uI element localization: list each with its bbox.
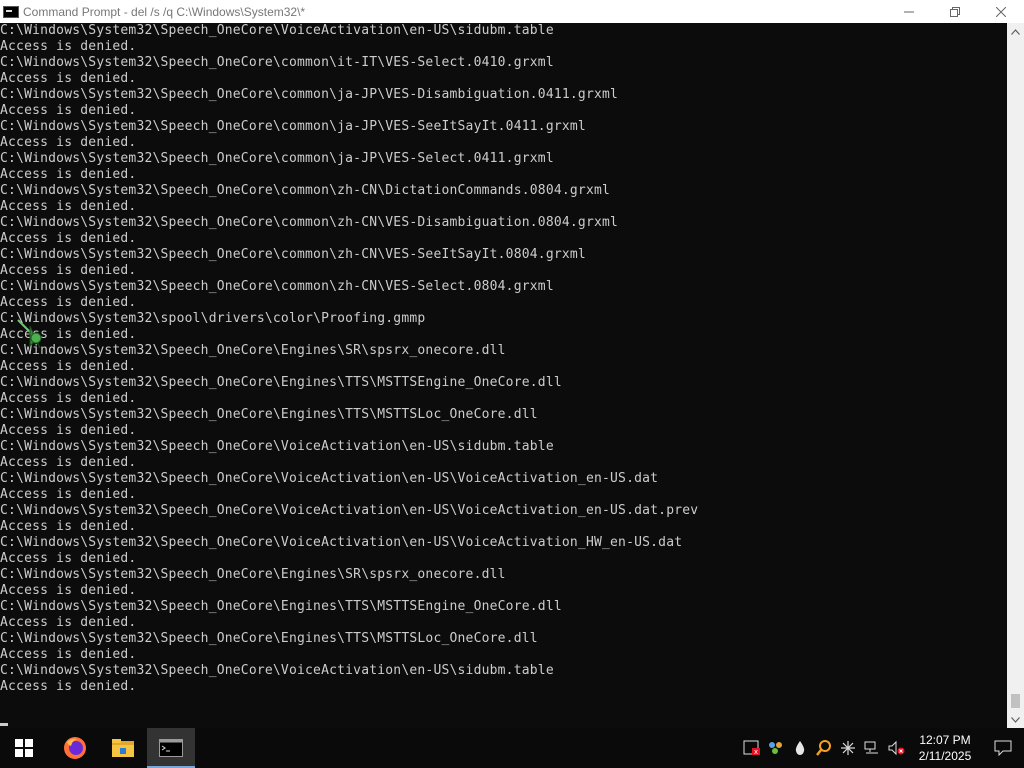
console-line: C:\Windows\System32\Speech_OneCore\Engin… bbox=[0, 631, 538, 646]
console-line: Access is denied. bbox=[0, 391, 137, 406]
command-prompt-app-icon[interactable] bbox=[3, 5, 19, 18]
taskbar: x 12:07 PM 2/11/2025 bbox=[0, 728, 1024, 768]
console-line: Access is denied. bbox=[0, 199, 137, 214]
window-title: Command Prompt - del /s /q C:\Windows\Sy… bbox=[23, 4, 306, 19]
clock-time: 12:07 PM bbox=[919, 733, 971, 747]
console-line: C:\Windows\System32\Speech_OneCore\commo… bbox=[0, 183, 611, 198]
console-line: Access is denied. bbox=[0, 295, 137, 310]
console-line: C:\Windows\System32\Speech_OneCore\commo… bbox=[0, 151, 554, 166]
console-output[interactable]: C:\Windows\System32\Speech_OneCore\Voice… bbox=[0, 23, 1007, 728]
tray-volume[interactable] bbox=[884, 728, 908, 768]
console-line: Access is denied. bbox=[0, 167, 137, 182]
console-line: Access is denied. bbox=[0, 327, 137, 342]
console-line: C:\Windows\System32\Speech_OneCore\Voice… bbox=[0, 663, 554, 678]
close-button[interactable] bbox=[978, 0, 1024, 23]
console-line: C:\Windows\System32\Speech_OneCore\commo… bbox=[0, 279, 554, 294]
console-line: Access is denied. bbox=[0, 103, 137, 118]
console-line: C:\Windows\System32\Speech_OneCore\commo… bbox=[0, 87, 619, 102]
firefox-icon bbox=[64, 737, 86, 759]
close-icon bbox=[996, 6, 1006, 17]
chevron-down-icon bbox=[1011, 716, 1020, 723]
command-prompt-icon bbox=[159, 739, 183, 757]
console-line: Access is denied. bbox=[0, 231, 137, 246]
chevron-up-icon bbox=[1011, 28, 1020, 35]
console-line: C:\Windows\System32\Speech_OneCore\Engin… bbox=[0, 599, 562, 614]
restore-button[interactable] bbox=[932, 0, 978, 23]
console-lines: C:\Windows\System32\Speech_OneCore\Voice… bbox=[0, 23, 1007, 695]
restore-icon bbox=[950, 6, 960, 17]
console-line: C:\Windows\System32\Speech_OneCore\Engin… bbox=[0, 375, 562, 390]
console-line: Access is denied. bbox=[0, 647, 137, 662]
taskbar-clock[interactable]: 12:07 PM 2/11/2025 bbox=[908, 728, 982, 768]
console-line: C:\Windows\System32\spool\drivers\color\… bbox=[0, 311, 426, 326]
console-line: C:\Windows\System32\Speech_OneCore\commo… bbox=[0, 215, 619, 230]
console-line: Access is denied. bbox=[0, 423, 137, 438]
security-alert-icon: x bbox=[743, 740, 760, 756]
scroll-down-button[interactable] bbox=[1007, 711, 1024, 728]
action-center-button[interactable] bbox=[982, 728, 1024, 768]
console-line: C:\Windows\System32\Speech_OneCore\commo… bbox=[0, 55, 554, 70]
svg-text:x: x bbox=[754, 748, 758, 756]
sparkle-icon bbox=[841, 741, 855, 755]
tray-droplet[interactable] bbox=[788, 728, 812, 768]
app-cluster-icon bbox=[769, 742, 782, 754]
minimize-button[interactable] bbox=[886, 0, 932, 23]
console-line: Access is denied. bbox=[0, 359, 137, 374]
console-line: C:\Windows\System32\Speech_OneCore\Voice… bbox=[0, 471, 659, 486]
notification-icon bbox=[994, 740, 1012, 756]
console-line: Access is denied. bbox=[0, 615, 137, 630]
console-line: C:\Windows\System32\Speech_OneCore\commo… bbox=[0, 119, 586, 134]
console-line: Access is denied. bbox=[0, 39, 137, 54]
title-bar[interactable]: Command Prompt - del /s /q C:\Windows\Sy… bbox=[0, 0, 1024, 23]
console-line: C:\Windows\System32\Speech_OneCore\Voice… bbox=[0, 503, 699, 518]
vertical-scrollbar[interactable] bbox=[1007, 23, 1024, 728]
console-line: Access is denied. bbox=[0, 263, 137, 278]
console-line: Access is denied. bbox=[0, 551, 137, 566]
console-line: C:\Windows\System32\Speech_OneCore\Voice… bbox=[0, 535, 683, 550]
taskbar-file-explorer[interactable] bbox=[99, 728, 147, 768]
console-line: C:\Windows\System32\Speech_OneCore\Engin… bbox=[0, 567, 506, 582]
tray-sparkle[interactable] bbox=[836, 728, 860, 768]
file-explorer-icon bbox=[112, 739, 134, 757]
network-icon bbox=[864, 741, 878, 754]
volume-muted-icon bbox=[888, 740, 905, 756]
tray-network[interactable] bbox=[860, 728, 884, 768]
tray-network-app-icon[interactable] bbox=[764, 728, 788, 768]
minimize-icon bbox=[904, 11, 914, 12]
tray-security-icon[interactable]: x bbox=[740, 728, 764, 768]
console-line: Access is denied. bbox=[0, 135, 137, 150]
console-line: C:\Windows\System32\Speech_OneCore\Engin… bbox=[0, 407, 538, 422]
console-line: Access is denied. bbox=[0, 487, 137, 502]
console-line: Access is denied. bbox=[0, 679, 137, 694]
console-line: Access is denied. bbox=[0, 455, 137, 470]
tray-search[interactable] bbox=[812, 728, 836, 768]
taskbar-firefox[interactable] bbox=[51, 728, 99, 768]
console-line: Access is denied. bbox=[0, 583, 137, 598]
system-tray: x 12:07 PM 2/11/2025 bbox=[740, 728, 1024, 768]
console-line: C:\Windows\System32\Speech_OneCore\Voice… bbox=[0, 23, 554, 38]
windows-logo-icon bbox=[15, 739, 33, 757]
mouse-pointer-icon bbox=[17, 319, 42, 349]
console-line: C:\Windows\System32\Speech_OneCore\commo… bbox=[0, 247, 586, 262]
console-line: C:\Windows\System32\Speech_OneCore\Engin… bbox=[0, 343, 506, 358]
window-controls bbox=[886, 0, 1024, 23]
text-cursor bbox=[0, 723, 8, 726]
console-line: Access is denied. bbox=[0, 71, 137, 86]
taskbar-command-prompt[interactable] bbox=[147, 728, 195, 768]
magnifier-icon bbox=[816, 740, 831, 756]
scroll-up-button[interactable] bbox=[1007, 23, 1024, 40]
droplet-icon bbox=[795, 741, 805, 755]
start-button[interactable] bbox=[0, 728, 48, 768]
console-line: Access is denied. bbox=[0, 519, 137, 534]
console-line: C:\Windows\System32\Speech_OneCore\Voice… bbox=[0, 439, 554, 454]
clock-date: 2/11/2025 bbox=[918, 749, 972, 763]
scrollbar-thumb[interactable] bbox=[1011, 694, 1020, 708]
